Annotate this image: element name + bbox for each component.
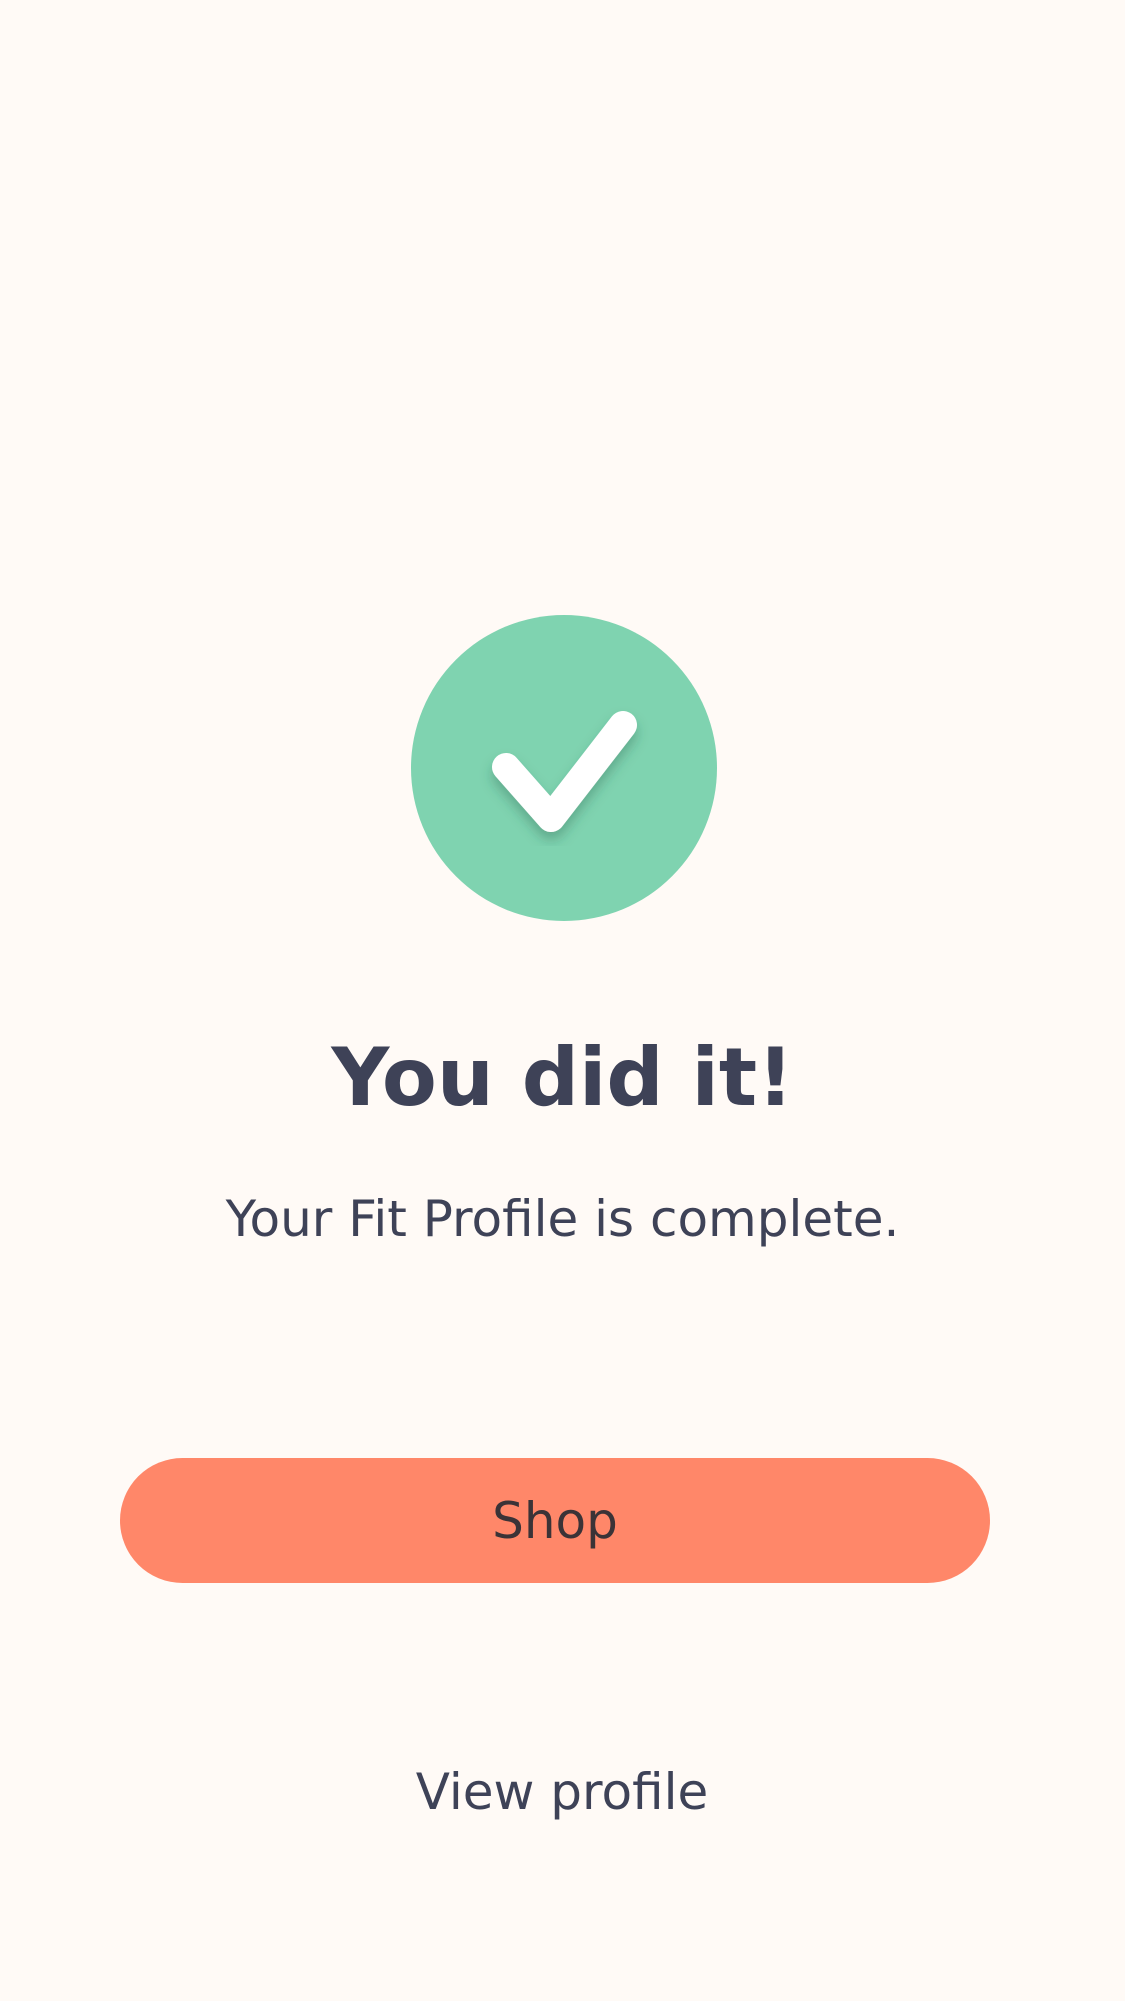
checkmark-icon bbox=[492, 711, 637, 832]
view-profile-link[interactable]: View profile bbox=[362, 1752, 762, 1832]
shop-button[interactable]: Shop bbox=[120, 1458, 990, 1583]
success-checkmark-badge bbox=[411, 615, 717, 921]
view-profile-label: View profile bbox=[415, 1763, 709, 1821]
shop-button-label: Shop bbox=[492, 1491, 618, 1550]
confirmation-subtitle: Your Fit Profile is complete. bbox=[225, 1190, 900, 1248]
confirmation-title: You did it! bbox=[331, 1031, 794, 1124]
